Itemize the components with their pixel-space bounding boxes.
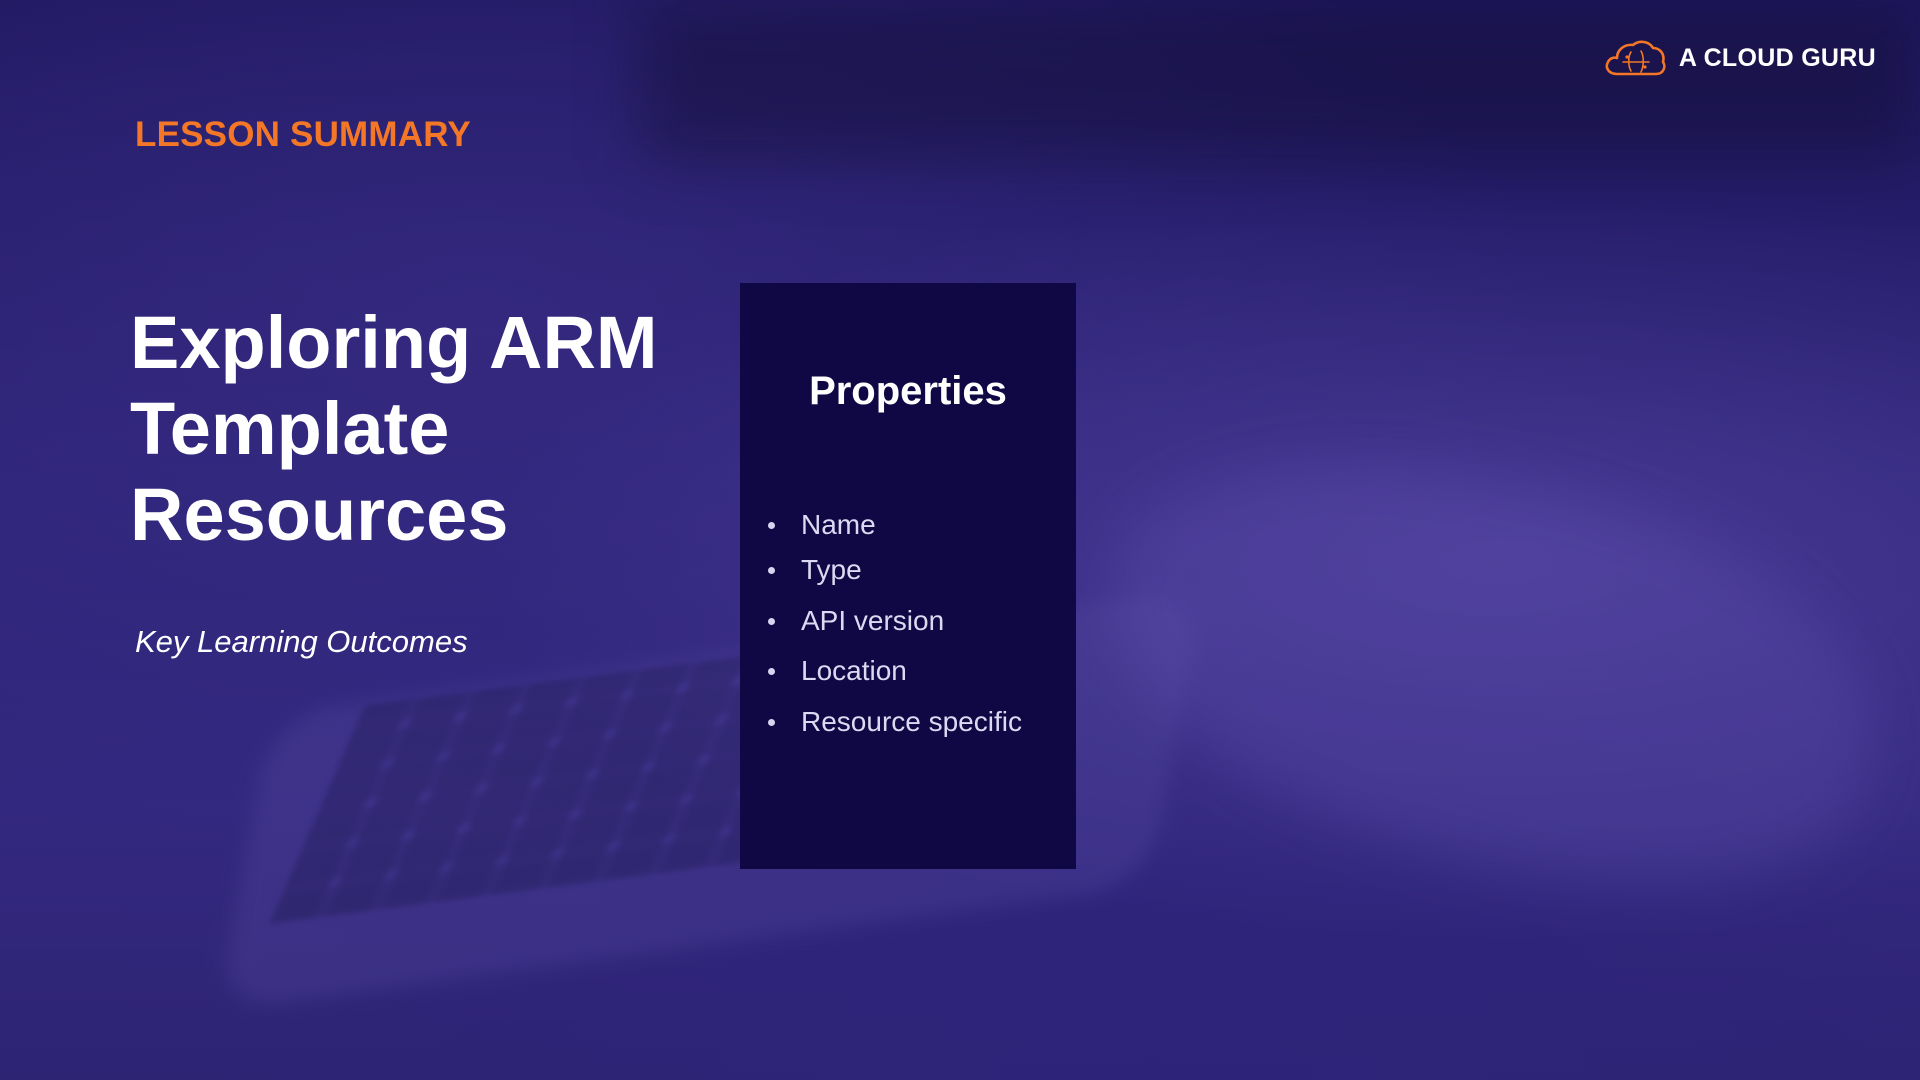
hand-silhouette bbox=[1072, 415, 1908, 925]
list-item-label: Resource specific bbox=[801, 706, 1022, 737]
properties-card: Properties Name Type API version Locatio… bbox=[740, 283, 1076, 869]
list-item: Type bbox=[768, 554, 862, 586]
bullet-icon bbox=[768, 718, 775, 726]
list-item-label: API version bbox=[801, 605, 945, 636]
bullet-icon bbox=[768, 566, 775, 574]
brand-logo: A CLOUD GURU bbox=[1603, 38, 1876, 78]
bullet-icon bbox=[768, 617, 775, 625]
list-item-label: Name bbox=[801, 509, 876, 540]
cloud-icon bbox=[1605, 40, 1666, 76]
slide-title: Exploring ARM Template Resources bbox=[130, 300, 730, 558]
list-item: Resource specific bbox=[768, 706, 1022, 738]
card-title: Properties bbox=[809, 369, 1007, 413]
list-item-label: Type bbox=[801, 554, 862, 585]
lesson-summary-label: LESSON SUMMARY bbox=[135, 115, 471, 154]
bullet-icon bbox=[768, 667, 775, 675]
background-shadow bbox=[640, 0, 1920, 160]
list-item: Name bbox=[768, 509, 876, 541]
list-item: API version bbox=[768, 605, 944, 637]
slide-subtitle: Key Learning Outcomes bbox=[135, 624, 468, 659]
list-item: Location bbox=[768, 655, 907, 687]
brand-name: A CLOUD GURU bbox=[1678, 43, 1876, 72]
list-item-label: Location bbox=[801, 655, 907, 686]
slide-title-line: Template bbox=[130, 387, 450, 470]
slide-title-line: Resources bbox=[130, 473, 509, 556]
bullet-icon bbox=[768, 521, 775, 529]
slide-title-line: Exploring ARM bbox=[130, 301, 658, 384]
